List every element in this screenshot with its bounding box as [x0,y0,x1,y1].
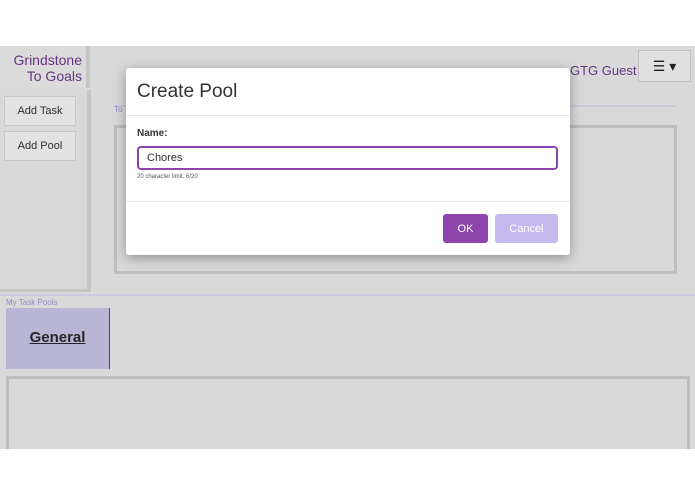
name-label: Name: [137,128,168,139]
dialog-title: Create Pool [137,81,238,102]
character-limit-hint: 20 character limit. 6/20 [137,174,198,180]
cancel-button[interactable]: Cancel [495,214,558,243]
create-pool-dialog: Create Pool Name: 20 character limit. 6/… [126,68,570,255]
pool-name-input[interactable] [137,146,558,170]
ok-button[interactable]: OK [443,214,488,243]
dialog-header-divider [126,115,570,116]
dialog-footer-divider [126,201,570,202]
